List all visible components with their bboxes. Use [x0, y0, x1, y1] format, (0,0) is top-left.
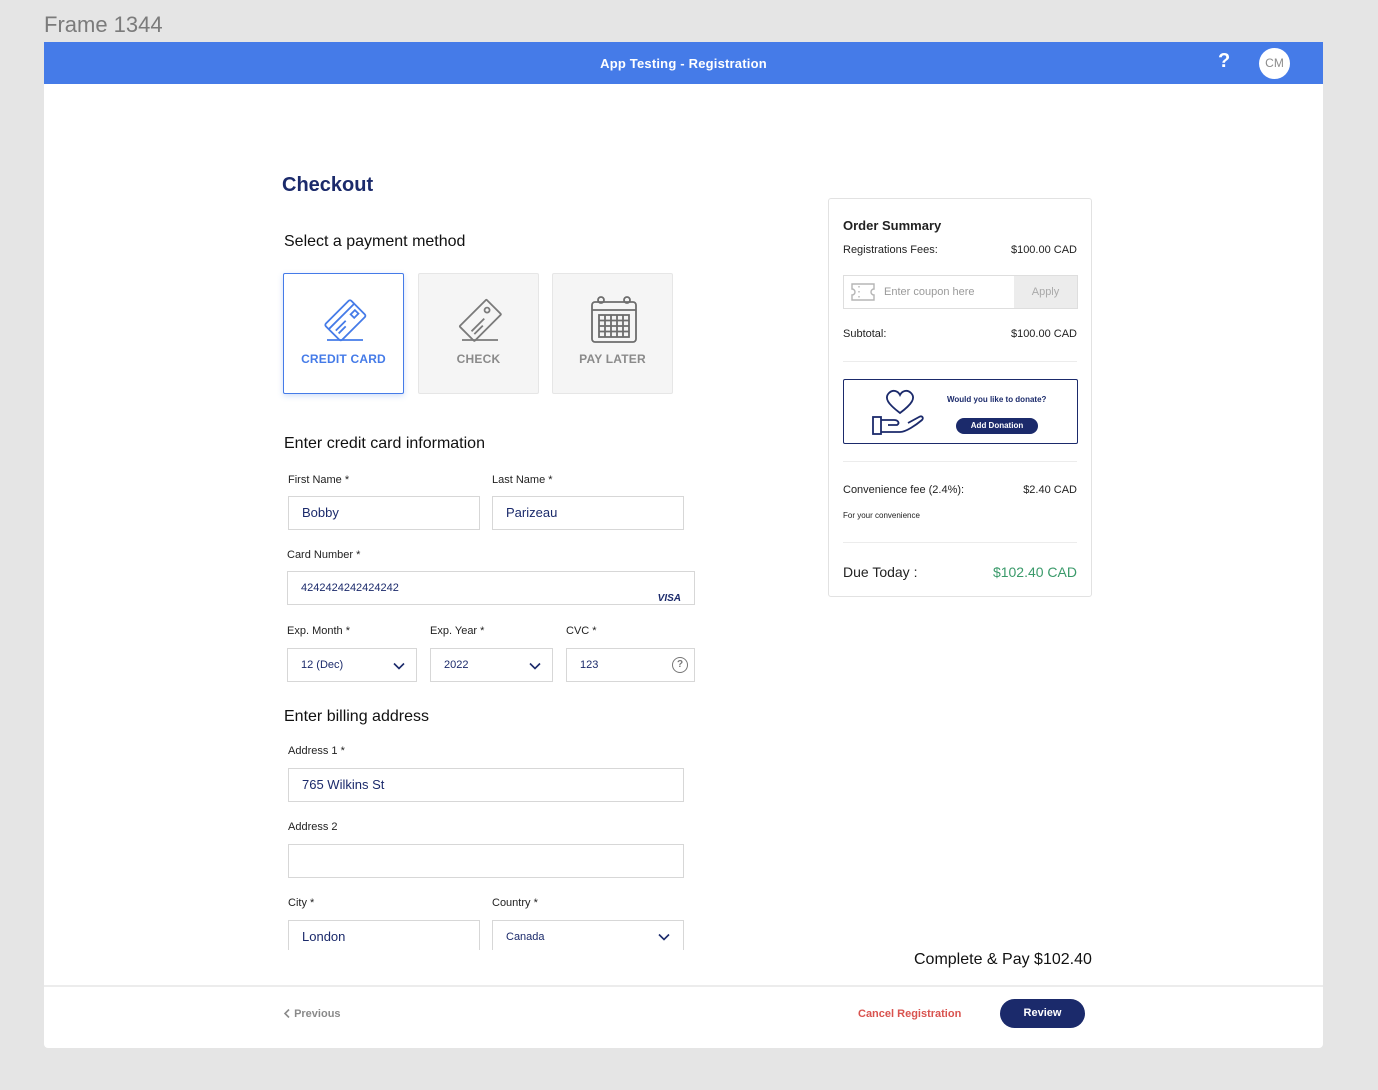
- exp-year-value: 2022: [444, 659, 469, 671]
- city-label: City *: [288, 897, 315, 909]
- exp-year-select[interactable]: 2022: [430, 648, 553, 682]
- divider: [843, 461, 1077, 462]
- address2-label: Address 2: [288, 821, 338, 833]
- donation-box: Would you like to donate? Add Donation: [843, 379, 1078, 444]
- payment-section-title: Select a payment method: [284, 233, 466, 250]
- divider: [843, 542, 1077, 543]
- address1-field[interactable]: 765 Wilkins St: [288, 768, 684, 802]
- convenience-fee-value: $2.40 CAD: [1023, 484, 1077, 496]
- previous-button[interactable]: Previous: [283, 1008, 341, 1020]
- visa-logo: VISA: [657, 593, 681, 604]
- cvc-label: CVC *: [566, 625, 597, 637]
- last-name-field[interactable]: Parizeau: [492, 496, 684, 530]
- avatar[interactable]: CM: [1259, 48, 1290, 79]
- payment-method-label: PAY LATER: [579, 352, 646, 366]
- subtotal-value: $100.00 CAD: [1010, 328, 1077, 340]
- billing-section-title: Enter billing address: [284, 708, 429, 725]
- due-today-label: Due Today :: [843, 564, 918, 580]
- order-summary-title: Order Summary: [843, 218, 942, 233]
- divider: [843, 361, 1077, 362]
- exp-month-value: 12 (Dec): [301, 659, 344, 671]
- subtotal-label: Subtotal:: [843, 328, 887, 340]
- calendar-icon: [591, 296, 637, 343]
- exp-month-select[interactable]: 12 (Dec): [287, 648, 417, 682]
- question-circle-icon[interactable]: ?: [672, 657, 688, 673]
- due-today-value: $102.40 CAD: [992, 564, 1077, 580]
- card-number-label: Card Number *: [287, 549, 361, 561]
- card-number-field[interactable]: 4242424242424242 VISA: [287, 571, 695, 605]
- registration-fees-value: $100.00 CAD: [1010, 244, 1077, 256]
- coupon-field[interactable]: Enter coupon here Apply: [843, 275, 1078, 309]
- apply-coupon-button[interactable]: Apply: [1014, 276, 1077, 308]
- first-name-field[interactable]: Bobby: [288, 496, 480, 530]
- ticket-icon: [851, 283, 875, 301]
- convenience-fee-row: Convenience fee (2.4%): $2.40 CAD: [843, 484, 1077, 496]
- subtotal-row: Subtotal: $100.00 CAD: [843, 328, 1077, 340]
- cvc-value: 123: [580, 659, 599, 671]
- chevron-down-icon: [529, 662, 541, 670]
- order-summary: Order Summary Registrations Fees: $100.0…: [828, 198, 1092, 597]
- card-section-title: Enter credit card information: [284, 435, 485, 452]
- convenience-note: For your convenience: [843, 511, 920, 520]
- review-button[interactable]: Review: [1000, 999, 1085, 1028]
- footer-divider: [44, 985, 1323, 987]
- convenience-fee-label: Convenience fee (2.4%):: [843, 484, 965, 496]
- chevron-down-icon: [658, 933, 670, 941]
- donation-question: Would you like to donate?: [947, 395, 1047, 404]
- registration-fees-label: Registrations Fees:: [843, 244, 938, 256]
- cancel-registration-button[interactable]: Cancel Registration: [858, 1008, 961, 1020]
- country-value: Canada: [506, 931, 545, 943]
- payment-method-credit-card[interactable]: CREDIT CARD: [283, 273, 404, 394]
- city-field[interactable]: London: [288, 920, 480, 950]
- country-select[interactable]: Canada: [492, 920, 684, 950]
- check-icon: [459, 299, 502, 342]
- last-name-label: Last Name *: [492, 474, 553, 486]
- payment-method-label: CREDIT CARD: [301, 352, 386, 366]
- complete-pay-button[interactable]: Complete & Pay $102.40: [914, 951, 1092, 969]
- cvc-field[interactable]: 123 ?: [566, 648, 695, 682]
- donation-hand-heart-icon: [872, 389, 924, 435]
- exp-month-label: Exp. Month *: [287, 625, 350, 637]
- address2-field[interactable]: [288, 844, 684, 878]
- credit-card-icon: [324, 299, 367, 342]
- chevron-down-icon: [393, 662, 405, 670]
- add-donation-button[interactable]: Add Donation: [956, 418, 1038, 434]
- card-number-value: 4242424242424242: [301, 582, 399, 594]
- payment-method-check[interactable]: CHECK: [418, 273, 539, 394]
- first-name-label: First Name *: [288, 474, 350, 486]
- chevron-left-icon: [283, 1008, 290, 1019]
- exp-year-label: Exp. Year *: [430, 625, 485, 637]
- address1-label: Address 1 *: [288, 745, 345, 757]
- page-title: Checkout: [282, 174, 374, 196]
- top-bar: App Testing - Registration ? CM: [44, 42, 1323, 84]
- previous-label: Previous: [294, 1008, 341, 1020]
- frame-label: Frame 1344: [44, 12, 163, 37]
- app-window: App Testing - Registration ? CM Checkout…: [44, 42, 1323, 1048]
- registration-fees-row: Registrations Fees: $100.00 CAD: [843, 244, 1077, 256]
- coupon-placeholder: Enter coupon here: [884, 286, 975, 298]
- app-title: App Testing - Registration: [600, 56, 767, 71]
- payment-method-label: CHECK: [456, 352, 501, 366]
- country-label: Country *: [492, 897, 538, 909]
- payment-method-pay-later[interactable]: PAY LATER: [552, 273, 673, 394]
- help-icon[interactable]: ?: [1218, 50, 1230, 73]
